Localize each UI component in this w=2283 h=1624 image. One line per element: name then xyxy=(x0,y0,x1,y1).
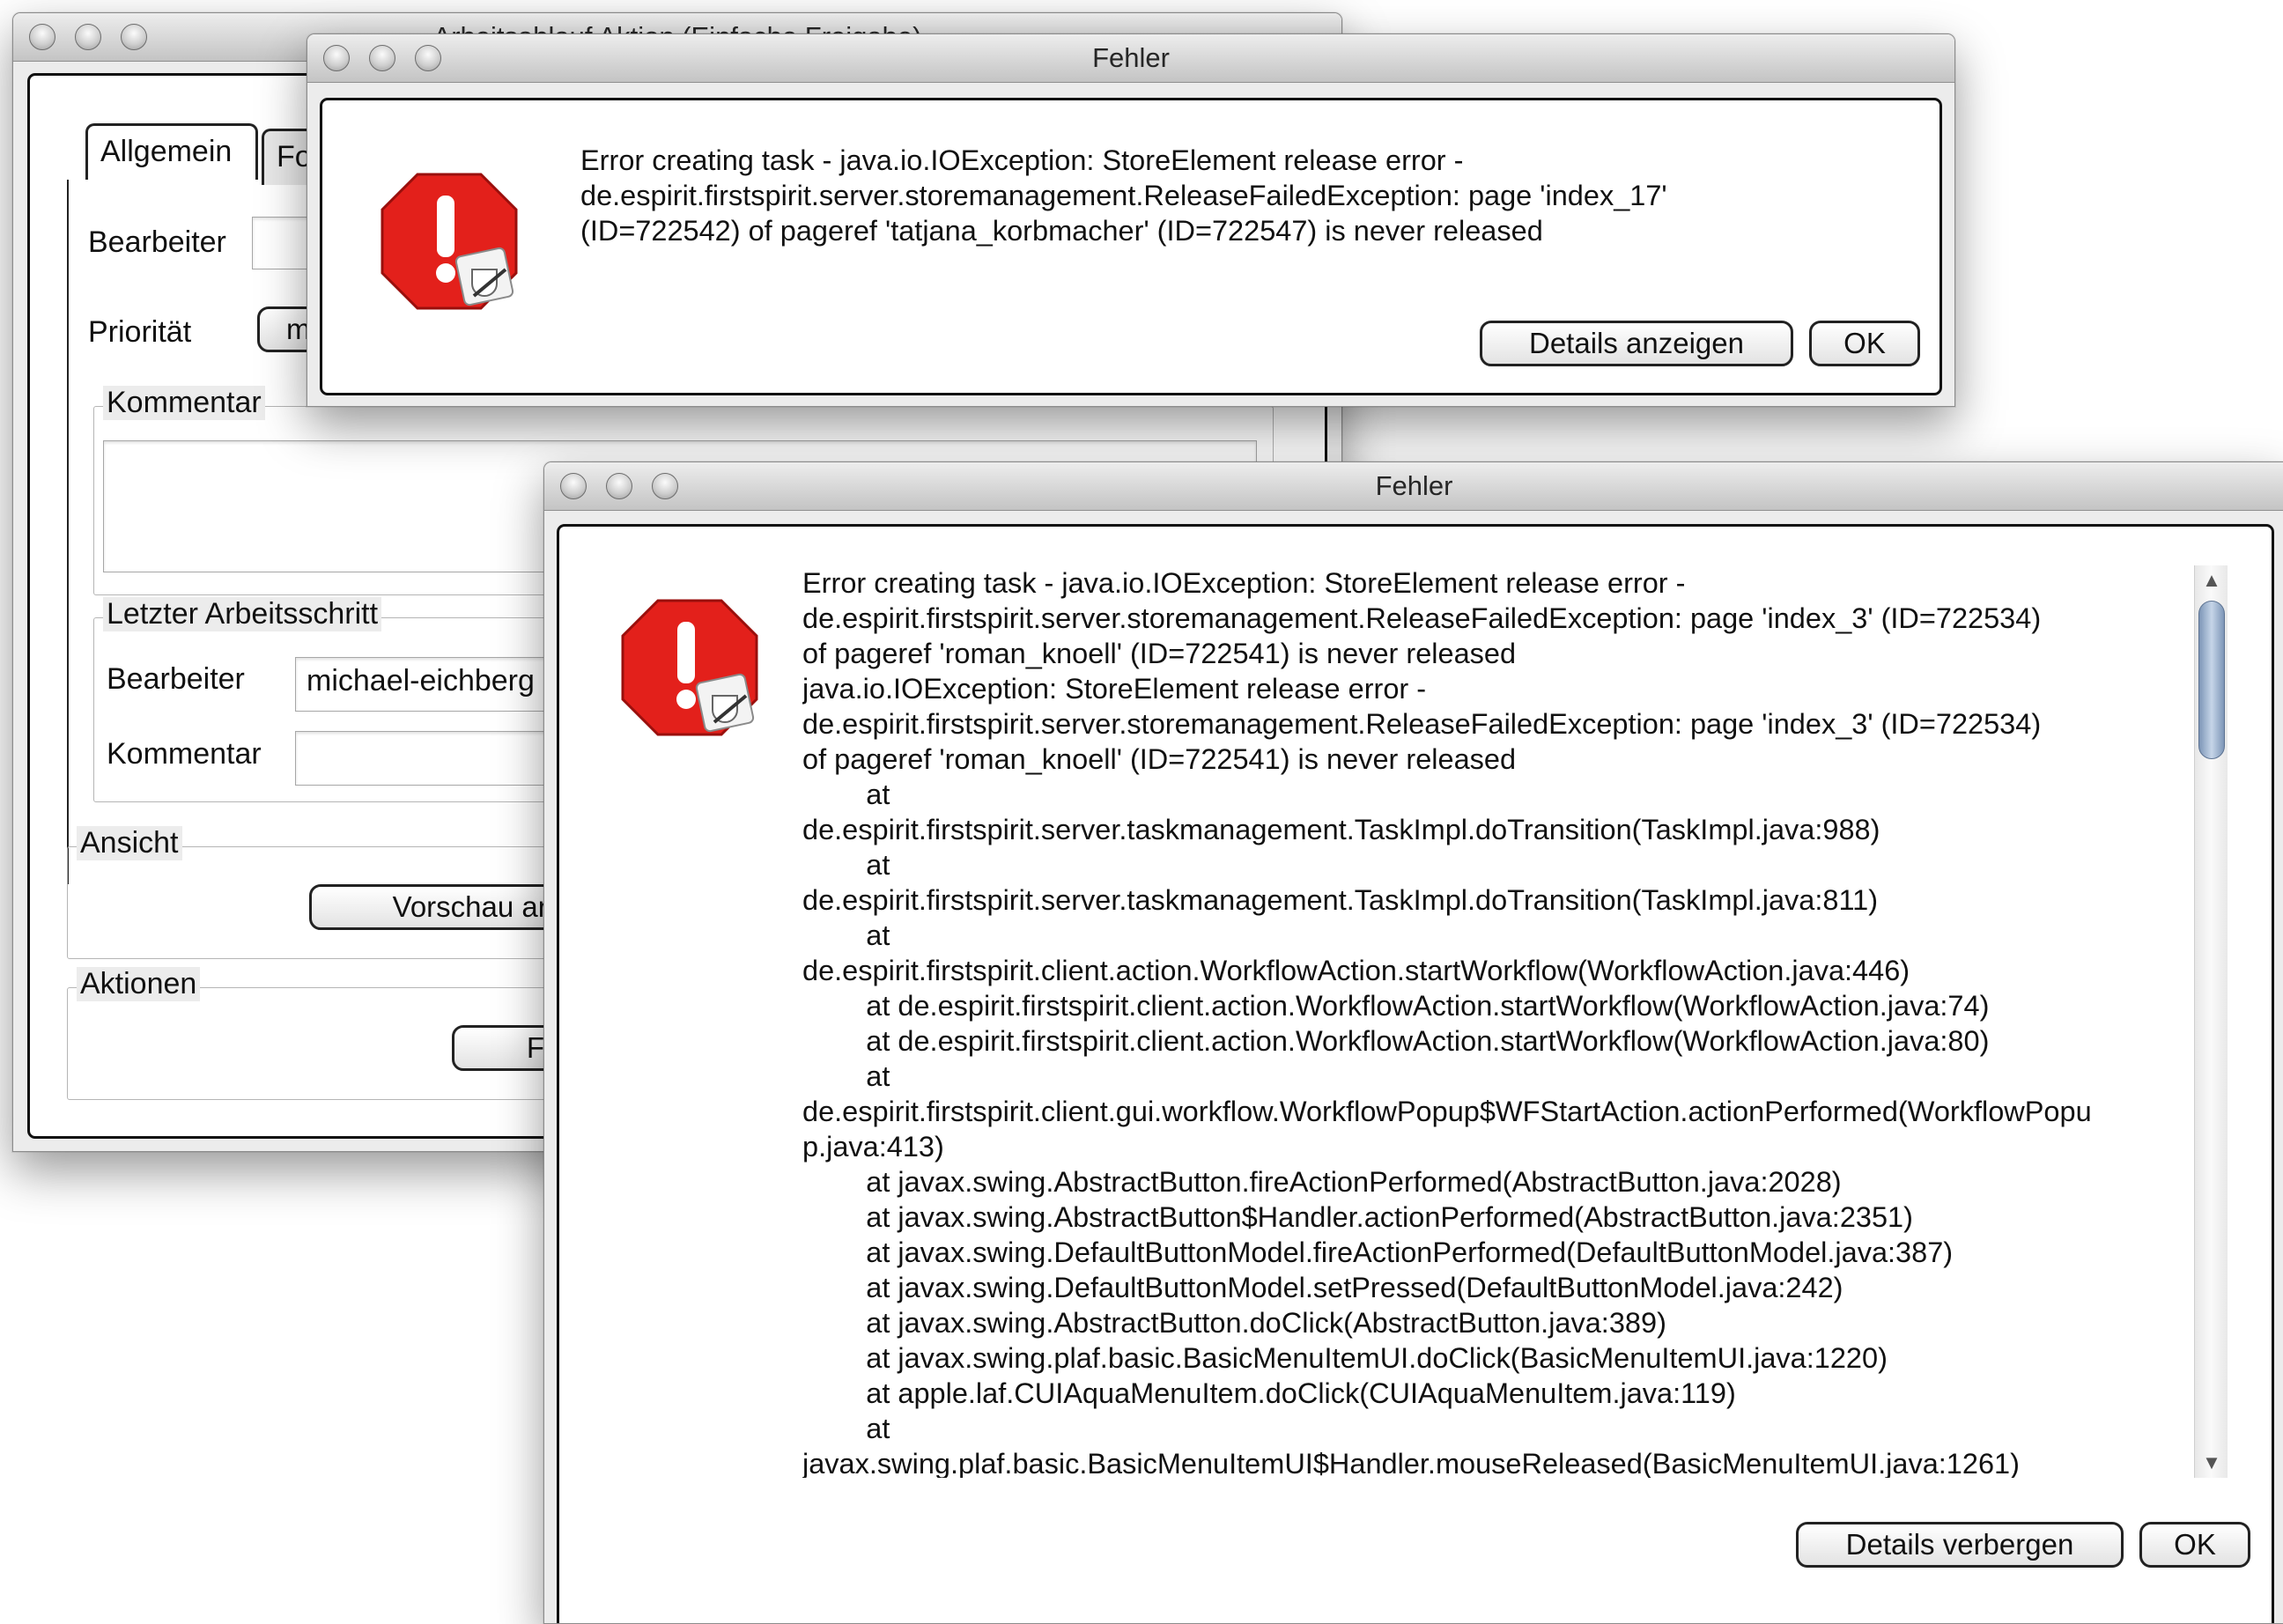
trace-line: of pageref 'roman_knoell' (ID=722541) is… xyxy=(802,743,1517,775)
trace-line: at javax.swing.DefaultButtonModel.setPre… xyxy=(802,1272,1843,1303)
prioritaet-label: Priorität xyxy=(88,315,192,349)
trace-line: javax.swing.plaf.basic.BasicMenuItemUI$H… xyxy=(802,1448,2020,1478)
stack-trace-text: Error creating task - java.io.IOExceptio… xyxy=(802,565,2092,1478)
letzter-arbeitsschritt-title: Letzter Arbeitsschritt xyxy=(103,597,382,631)
kommentar-group-title: Kommentar xyxy=(103,386,265,420)
error-message: Error creating task - java.io.IOExceptio… xyxy=(580,143,1667,248)
error-message-line: Error creating task - java.io.IOExceptio… xyxy=(580,144,1464,176)
error-message-line: de.espirit.firstspirit.server.storemanag… xyxy=(580,180,1667,211)
trace-line: of pageref 'roman_knoell' (ID=722541) is… xyxy=(802,638,1517,669)
trace-line: de.espirit.firstspirit.server.storemanag… xyxy=(802,708,2042,740)
bearbeiter-label: Bearbeiter xyxy=(88,225,226,259)
error-dialog-collapsed: Fehler Error creating task - java.io.IOE… xyxy=(307,33,1955,407)
trace-line: Error creating task - java.io.IOExceptio… xyxy=(802,567,1686,599)
trace-line: at javax.swing.AbstractButton.doClick(Ab… xyxy=(802,1307,1666,1339)
trace-line: at de.espirit.firstspirit.client.action.… xyxy=(802,1025,1990,1057)
error-icon xyxy=(380,173,518,310)
titlebar: Fehler xyxy=(307,34,1954,83)
trace-line: de.espirit.firstspirit.client.action.Wor… xyxy=(802,955,1910,986)
ansicht-group-title: Ansicht xyxy=(77,826,182,860)
error-dialog-expanded: Fehler Error creating task - java.io.IOE… xyxy=(543,461,2283,1624)
trace-line: de.espirit.firstspirit.client.gui.workfl… xyxy=(802,1096,2092,1127)
trace-line: p.java:413) xyxy=(802,1131,944,1163)
trace-line: de.espirit.firstspirit.server.taskmanage… xyxy=(802,814,1880,845)
letzter-bearbeiter-label: Bearbeiter xyxy=(107,662,245,696)
error-message-line: (ID=722542) of pageref 'tatjana_korbmach… xyxy=(580,215,1543,247)
trace-line: at javax.swing.DefaultButtonModel.fireAc… xyxy=(802,1236,1954,1268)
dialog-title: Fehler xyxy=(1375,470,1453,501)
details-anzeigen-button[interactable]: Details anzeigen xyxy=(1480,321,1793,366)
trace-line: at de.espirit.firstspirit.client.action.… xyxy=(802,990,1990,1022)
trace-line: at xyxy=(802,849,890,881)
trace-line: java.io.IOException: StoreElement releas… xyxy=(802,673,1427,705)
details-verbergen-button[interactable]: Details verbergen xyxy=(1796,1522,2124,1568)
scrollbar-thumb[interactable] xyxy=(2198,601,2225,759)
trace-line: at xyxy=(802,919,890,951)
trace-line: at xyxy=(802,779,890,810)
scroll-down-arrow-icon[interactable]: ▼ xyxy=(2195,1448,2228,1478)
error-icon xyxy=(621,599,758,736)
trace-line: at javax.swing.AbstractButton.fireAction… xyxy=(802,1166,1842,1198)
ok-button[interactable]: OK xyxy=(2139,1522,2250,1568)
vertical-scrollbar[interactable]: ▲ ▼ xyxy=(2194,565,2228,1478)
dialog-content-panel: Error creating task - java.io.IOExceptio… xyxy=(320,98,1942,395)
trace-line: de.espirit.firstspirit.server.storemanag… xyxy=(802,602,2042,634)
stack-trace-viewport[interactable]: Error creating task - java.io.IOExceptio… xyxy=(802,565,2185,1478)
aktionen-group-title: Aktionen xyxy=(77,967,201,1001)
trace-line: at javax.swing.AbstractButton$Handler.ac… xyxy=(802,1201,1913,1233)
trace-line: at xyxy=(802,1413,890,1444)
ok-button[interactable]: OK xyxy=(1809,321,1920,366)
trace-line: at apple.laf.CUIAquaMenuItem.doClick(CUI… xyxy=(802,1377,1736,1409)
trace-line: at xyxy=(802,1060,890,1092)
dialog-title: Fehler xyxy=(1092,42,1170,73)
titlebar: Fehler xyxy=(544,462,2283,511)
tab-allgemein[interactable]: Allgemein xyxy=(85,123,258,180)
scroll-up-arrow-icon[interactable]: ▲ xyxy=(2195,565,2228,595)
trace-line: de.espirit.firstspirit.server.taskmanage… xyxy=(802,884,1879,916)
dialog-content-panel: Error creating task - java.io.IOExceptio… xyxy=(557,524,2274,1623)
letzter-kommentar-label: Kommentar xyxy=(107,737,262,771)
trace-line: at javax.swing.plaf.basic.BasicMenuItemU… xyxy=(802,1342,1888,1374)
